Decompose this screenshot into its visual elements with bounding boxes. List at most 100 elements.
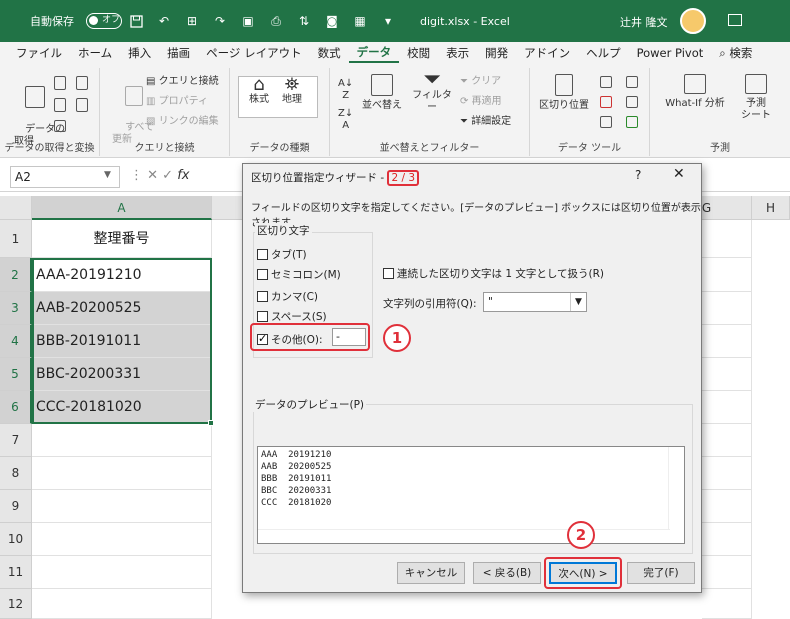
tab-developer[interactable]: 開発 bbox=[477, 42, 516, 64]
cell-a1[interactable]: 整理番号 bbox=[32, 220, 212, 258]
stocks-button[interactable]: ⌂ 株式 bbox=[243, 76, 275, 106]
relationships-icon[interactable] bbox=[626, 96, 638, 108]
close-button[interactable]: ✕ bbox=[673, 166, 685, 182]
tab-formulas[interactable]: 数式 bbox=[310, 42, 349, 64]
row-header-10[interactable]: 10 bbox=[0, 523, 32, 556]
cell-g11[interactable] bbox=[702, 556, 752, 589]
space-checkbox[interactable]: スペース(S) bbox=[257, 309, 327, 324]
cell-g12[interactable] bbox=[702, 589, 752, 619]
data-preview[interactable]: AAA 20191210 AAB 20200525 BBB 20191011 B… bbox=[257, 446, 685, 544]
tab-search[interactable]: ⌕ 検索 bbox=[711, 42, 760, 64]
border-icon[interactable]: ⊞ bbox=[184, 14, 200, 28]
row-header-12[interactable]: 12 bbox=[0, 589, 32, 619]
tab-help[interactable]: ヘルプ bbox=[578, 42, 629, 64]
column-header-h[interactable]: H bbox=[752, 196, 790, 220]
from-web-icon[interactable] bbox=[76, 76, 88, 90]
text-to-columns-button[interactable]: 区切り位置 bbox=[536, 74, 592, 112]
comma-checkbox[interactable]: カンマ(C) bbox=[257, 289, 318, 304]
autosave-toggle[interactable]: オフ bbox=[86, 13, 122, 29]
print-icon[interactable]: ⎙ bbox=[268, 14, 284, 28]
from-table-icon[interactable] bbox=[54, 98, 66, 112]
row-header-9[interactable]: 9 bbox=[0, 490, 32, 523]
camera-icon[interactable]: ◙ bbox=[324, 14, 340, 28]
row-header-11[interactable]: 11 bbox=[0, 556, 32, 589]
from-text-icon[interactable] bbox=[54, 76, 66, 90]
cell-g8[interactable] bbox=[702, 457, 752, 490]
data-model-icon[interactable] bbox=[626, 116, 638, 128]
customize-qat-icon[interactable]: ▾ bbox=[380, 14, 396, 28]
consecutive-checkbox[interactable]: 連続した区切り文字は 1 文字として扱う(R) bbox=[383, 266, 604, 281]
what-if-button[interactable]: What-If 分析 bbox=[660, 74, 730, 110]
tab-file[interactable]: ファイル bbox=[8, 42, 70, 64]
cell-a11[interactable] bbox=[32, 556, 212, 589]
select-all-corner[interactable] bbox=[0, 196, 32, 220]
cell-g2[interactable] bbox=[702, 258, 752, 292]
save-icon[interactable] bbox=[128, 14, 144, 28]
row-header-4[interactable]: 4 bbox=[0, 325, 32, 358]
cell-a9[interactable] bbox=[32, 490, 212, 523]
tab-view[interactable]: 表示 bbox=[438, 42, 477, 64]
redo-icon[interactable]: ↷ bbox=[212, 14, 228, 28]
sort-za-button[interactable]: Z↓ A bbox=[338, 108, 353, 132]
tab-power-pivot[interactable]: Power Pivot bbox=[629, 42, 712, 64]
cell-g3[interactable] bbox=[702, 292, 752, 325]
clear-button[interactable]: ⏷ クリア bbox=[460, 76, 501, 88]
tab-data[interactable]: データ bbox=[348, 43, 400, 63]
reapply-button[interactable]: ⟳ 再適用 bbox=[460, 96, 502, 108]
cell-a8[interactable] bbox=[32, 457, 212, 490]
data-validation-icon[interactable] bbox=[600, 116, 612, 128]
cell-a12[interactable] bbox=[32, 589, 212, 619]
row-header-1[interactable]: 1 bbox=[0, 220, 32, 258]
cell-a4[interactable]: BBB-20191011 bbox=[32, 325, 212, 358]
cell-g5[interactable] bbox=[702, 358, 752, 391]
row-header-2[interactable]: 2 bbox=[0, 258, 32, 292]
edit-links-button[interactable]: ▧ リンクの編集 bbox=[146, 116, 219, 128]
name-box-dropdown-icon[interactable]: ▼ bbox=[104, 170, 111, 180]
text-qualifier-select[interactable]: " ▼ bbox=[483, 292, 587, 312]
enter-icon[interactable]: ✓ bbox=[162, 168, 177, 183]
cell-a10[interactable] bbox=[32, 523, 212, 556]
tab-checkbox[interactable]: タブ(T) bbox=[257, 247, 307, 262]
cancel-button[interactable]: キャンセル bbox=[397, 562, 465, 584]
cell-a3[interactable]: AAB-20200525 bbox=[32, 292, 212, 325]
sort-button[interactable]: 並べ替え bbox=[362, 74, 402, 112]
cancel-icon[interactable]: ✕ bbox=[147, 168, 162, 183]
cell-a5[interactable]: BBC-20200331 bbox=[32, 358, 212, 391]
cell-g1[interactable] bbox=[702, 220, 752, 258]
geography-button[interactable]: ⛯ 地理 bbox=[277, 76, 307, 106]
finish-button[interactable]: 完了(F) bbox=[627, 562, 695, 584]
properties-button[interactable]: ▥ プロパティ bbox=[146, 96, 208, 108]
row-header-7[interactable]: 7 bbox=[0, 424, 32, 457]
sort-icon[interactable]: ⇅ bbox=[296, 14, 312, 28]
queries-connections-button[interactable]: ▤ クエリと接続 bbox=[146, 76, 219, 88]
undo-icon[interactable]: ↶ bbox=[156, 14, 172, 28]
filter-button[interactable]: ⏷ フィルター bbox=[412, 69, 452, 114]
table-icon[interactable]: ▦ bbox=[352, 14, 368, 28]
forecast-sheet-button[interactable]: 予測 シート bbox=[738, 74, 774, 122]
row-header-3[interactable]: 3 bbox=[0, 292, 32, 325]
tab-addins[interactable]: アドイン bbox=[516, 42, 578, 64]
remove-duplicates-icon[interactable] bbox=[600, 96, 612, 108]
fill-handle[interactable] bbox=[208, 420, 214, 426]
existing-connections-icon[interactable] bbox=[54, 120, 66, 132]
advanced-button[interactable]: ⏷ 詳細設定 bbox=[460, 116, 511, 128]
sort-az-button[interactable]: A↓ Z bbox=[338, 78, 353, 102]
recent-sources-icon[interactable] bbox=[76, 98, 88, 112]
tab-page-layout[interactable]: ページ レイアウト bbox=[198, 42, 309, 64]
tab-insert[interactable]: 挿入 bbox=[120, 42, 159, 64]
row-header-8[interactable]: 8 bbox=[0, 457, 32, 490]
tab-home[interactable]: ホーム bbox=[70, 42, 120, 64]
tab-review[interactable]: 校閲 bbox=[399, 42, 438, 64]
cell-a6[interactable]: CCC-20181020 bbox=[32, 391, 212, 424]
row-header-6[interactable]: 6 bbox=[0, 391, 32, 424]
ribbon-display-icon[interactable] bbox=[728, 14, 742, 26]
preview-vertical-scrollbar[interactable] bbox=[668, 447, 684, 529]
column-header-a[interactable]: A bbox=[32, 196, 212, 220]
preview-horizontal-scrollbar[interactable] bbox=[258, 529, 670, 543]
consolidate-icon[interactable] bbox=[626, 76, 638, 88]
avatar[interactable] bbox=[680, 8, 706, 34]
data-types-gallery[interactable]: ⌂ 株式 ⛯ 地理 bbox=[238, 76, 318, 118]
cell-g9[interactable] bbox=[702, 490, 752, 523]
cell-g7[interactable] bbox=[702, 424, 752, 457]
tab-draw[interactable]: 描画 bbox=[159, 42, 198, 64]
